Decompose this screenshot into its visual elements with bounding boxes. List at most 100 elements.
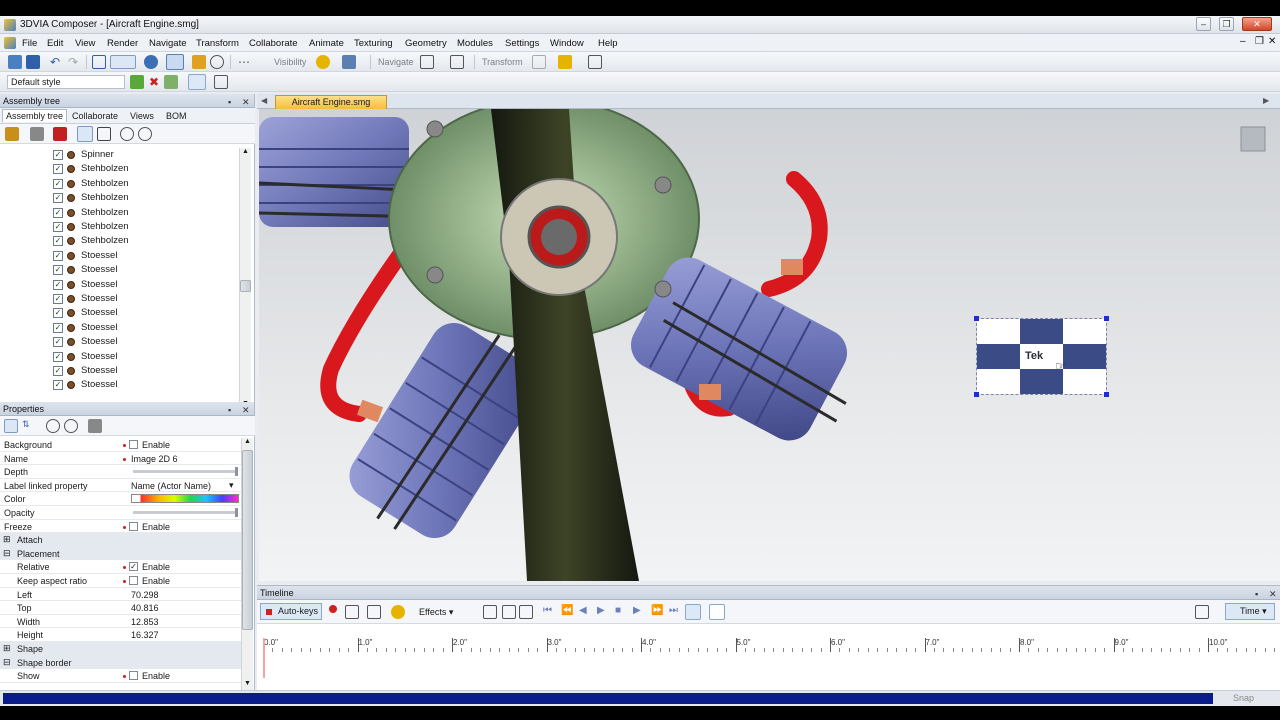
visibility-checkbox[interactable]: ✓	[53, 164, 63, 175]
property-value[interactable]: 40.816	[131, 603, 159, 613]
visibility-checkbox[interactable]: ✓	[53, 322, 63, 333]
resize-handle[interactable]	[974, 316, 979, 321]
resize-handle[interactable]	[974, 392, 979, 397]
property-row[interactable]: Width 12.853	[0, 615, 241, 629]
filter-icon[interactable]	[502, 605, 516, 619]
save-icon[interactable]	[26, 55, 40, 69]
property-row[interactable]: ⊞ Shape	[0, 642, 241, 656]
property-row[interactable]: Top 40.816	[0, 601, 241, 615]
visibility-checkbox[interactable]: ✓	[53, 279, 63, 290]
play-icon[interactable]: ▶	[597, 605, 611, 619]
menu-navigate[interactable]: Navigate	[149, 38, 187, 49]
panel-close-icon[interactable]: ✕	[242, 403, 250, 417]
visibility-checkbox[interactable]: ✓	[53, 380, 63, 391]
panel-close-icon[interactable]: ✕	[242, 95, 250, 109]
style-manager-icon[interactable]	[164, 75, 178, 89]
categorized-icon[interactable]	[4, 419, 18, 433]
snap-icon[interactable]	[558, 55, 572, 69]
tree-item[interactable]: ✓ Stoessel	[0, 321, 237, 335]
filter-icon[interactable]	[30, 127, 44, 141]
color-swatch[interactable]	[131, 494, 239, 504]
menu-collaborate[interactable]: Collaborate	[249, 38, 298, 49]
view-cube-icon[interactable]	[1240, 126, 1266, 152]
menu-window[interactable]: Window	[550, 38, 584, 49]
tree-item[interactable]: ✓ Stoessel	[0, 249, 237, 263]
property-select[interactable]: Name (Actor Name)	[131, 481, 211, 491]
align-icon[interactable]	[588, 55, 602, 69]
tab-scroll-left-icon[interactable]: ◀	[261, 96, 267, 105]
visibility-checkbox[interactable]: ✓	[53, 178, 63, 189]
visibility-checkbox[interactable]: ✓	[53, 366, 63, 376]
pointer-tool-icon[interactable]	[166, 54, 184, 70]
property-row[interactable]: ⊟ Placement	[0, 546, 241, 561]
delete-style-icon[interactable]: ✖	[147, 75, 161, 89]
menu-render[interactable]: Render	[107, 38, 138, 49]
menu-geometry[interactable]: Geometry	[405, 38, 447, 49]
property-row[interactable]: ⊟ Shape border	[0, 655, 241, 670]
key-type-icon[interactable]	[345, 605, 359, 619]
event-icon[interactable]	[483, 605, 497, 619]
auto-keys-button[interactable]: Auto-keys	[260, 603, 322, 620]
tree-scrollbar[interactable]: ▲ ▼	[239, 148, 251, 410]
points-icon[interactable]: ⋯	[238, 55, 252, 69]
keyframe-icon[interactable]	[329, 605, 337, 613]
step-forward-icon[interactable]: ▶	[633, 605, 647, 619]
tree-item[interactable]: ✓ Stoessel	[0, 263, 237, 277]
menu-settings[interactable]: Settings	[505, 38, 539, 49]
tree-item[interactable]: ✓ Stoessel	[0, 306, 237, 320]
slider-thumb[interactable]	[235, 467, 238, 477]
prev-key-icon[interactable]: ⏪	[561, 605, 575, 619]
expand-toggle-icon[interactable]: ⊟	[3, 657, 11, 668]
property-pages-icon[interactable]	[88, 419, 102, 433]
property-checkbox[interactable]	[129, 576, 138, 585]
tree-scroll-thumb[interactable]	[240, 280, 251, 292]
visibility-checkbox[interactable]: ✓	[53, 337, 63, 348]
menu-modules[interactable]: Modules	[457, 38, 493, 49]
open-icon[interactable]	[8, 55, 22, 69]
expand-toggle-icon[interactable]: ⊞	[3, 643, 11, 654]
menu-file[interactable]: File	[22, 38, 37, 49]
slider-track[interactable]	[133, 508, 238, 517]
tab-bom[interactable]: BOM	[166, 111, 187, 121]
tree-item[interactable]: ✓ Stehbolzen	[0, 234, 237, 248]
tab-scroll-right-icon[interactable]: ▶	[1263, 96, 1269, 105]
zoom-icon[interactable]	[420, 55, 434, 69]
scroll-down-icon[interactable]: ▼	[244, 680, 251, 687]
sort-icon[interactable]	[77, 126, 93, 142]
tree-item[interactable]: ✓ Stoessel	[0, 335, 237, 349]
property-row[interactable]: Freeze Enable	[0, 520, 241, 534]
link-icon[interactable]	[144, 55, 158, 69]
style-options-icon[interactable]	[214, 75, 228, 89]
visibility-checkbox[interactable]: ✓	[53, 250, 63, 261]
property-row[interactable]: Keep aspect ratio Enable	[0, 574, 241, 588]
tab-views[interactable]: Views	[130, 111, 154, 121]
property-row[interactable]: Depth	[0, 465, 241, 479]
style-toggle-icon[interactable]	[188, 74, 206, 90]
property-value[interactable]: 16.327	[131, 630, 159, 640]
property-row[interactable]: Opacity	[0, 506, 241, 520]
tab-assembly-tree[interactable]: Assembly tree	[2, 109, 68, 122]
tree-item[interactable]: ✓ Stoessel	[0, 350, 237, 364]
3d-viewport[interactable]: Tek ☞	[259, 109, 1280, 581]
view-cube-icon[interactable]	[450, 55, 464, 69]
property-row[interactable]: Relative ✓ Enable	[0, 560, 241, 574]
visibility-checkbox[interactable]: ✓	[53, 207, 63, 218]
menu-animate[interactable]: Animate	[309, 38, 344, 49]
apply-style-icon[interactable]	[130, 75, 144, 89]
tree-item[interactable]: ✓ Stoessel	[0, 364, 237, 378]
interpolation-icon[interactable]	[367, 605, 381, 619]
close-button[interactable]: ✕	[1242, 17, 1272, 31]
property-value[interactable]: 70.298	[131, 590, 159, 600]
visibility-checkbox[interactable]: ✓	[53, 308, 63, 319]
lasso-icon[interactable]	[210, 55, 224, 69]
tree-item[interactable]: ✓ Stoessel	[0, 378, 237, 392]
visibility-icon[interactable]	[316, 55, 330, 69]
property-row[interactable]: Left 70.298	[0, 588, 241, 602]
menu-help[interactable]: Help	[598, 38, 618, 49]
minimize-button[interactable]: –	[1196, 17, 1211, 31]
collapse-all-icon[interactable]	[64, 419, 78, 433]
panel-close-icon[interactable]: ✕	[1269, 587, 1277, 601]
tree-item[interactable]: ✓ Stehbolzen	[0, 191, 237, 205]
image-2d-selection[interactable]: Tek ☞	[974, 316, 1109, 397]
menu-texturing[interactable]: Texturing	[354, 38, 393, 49]
